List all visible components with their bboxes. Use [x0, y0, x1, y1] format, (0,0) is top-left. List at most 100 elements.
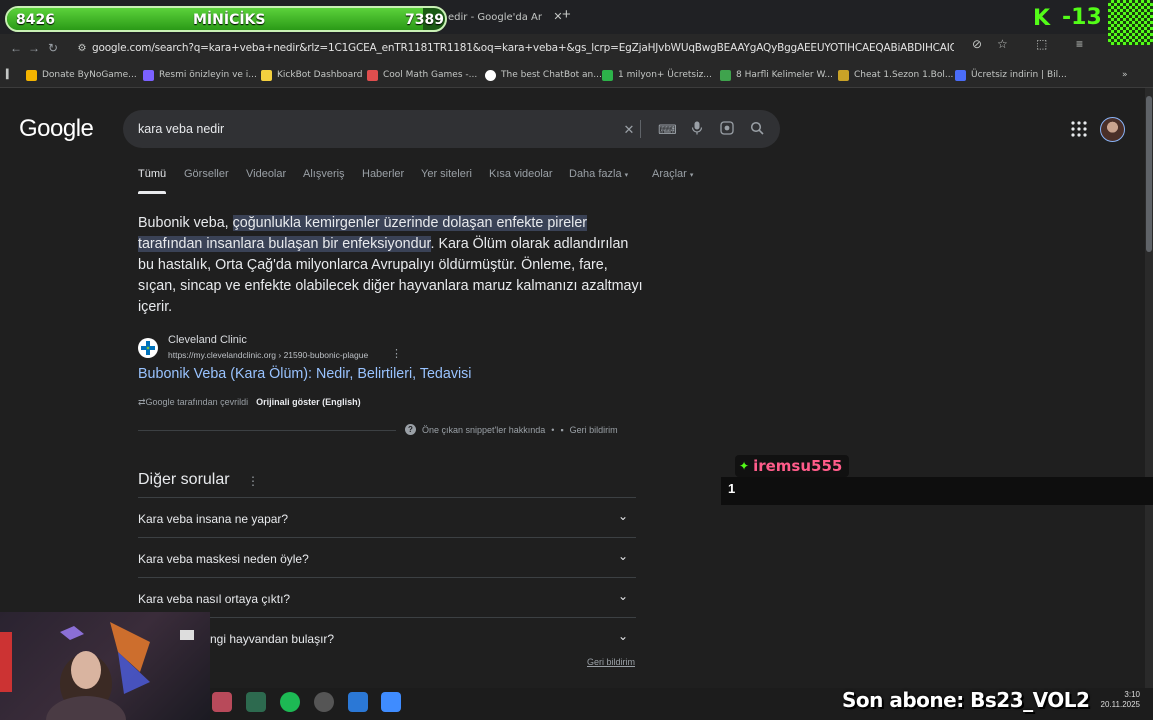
bookmark-item[interactable]: The best ChatBot an... [485, 68, 602, 82]
snippet-feedback-row: ? Öne çıkan snippet'ler hakkında • ▪ Ger… [405, 424, 618, 435]
chevron-down-icon: ⌄ [617, 549, 628, 563]
active-tab-indicator [138, 191, 166, 194]
bookmark-label: 1 milyon+ Ücretsiz... [618, 70, 712, 80]
more-bookmarks-icon[interactable]: » [1122, 68, 1128, 82]
paa-question[interactable]: Kara veba nasıl ortaya çıktı? ⌄ [138, 577, 636, 617]
paa-question-text: Kara veba nasıl ortaya çıktı? [138, 592, 291, 606]
translated-note: Google tarafından çevrildi [145, 397, 249, 407]
tab-news[interactable]: Haberler [362, 168, 404, 180]
bookmark-item[interactable]: Resmi önizleyin ve i... [143, 68, 257, 82]
bookmark-item[interactable]: 8 Harfli Kelimeler W... [720, 68, 833, 82]
avatar[interactable] [1100, 117, 1125, 142]
last-subscriber-label: Son abone: Bs23_VOL2 [842, 688, 1090, 712]
feedback-link[interactable]: Geri bildirim [570, 425, 618, 435]
kick-count-value: 13 [1071, 5, 1102, 30]
bookmarks-bar: ▍ Donate ByNoGame... Resmi önizleyin ve … [0, 62, 1153, 88]
url-text[interactable]: google.com/search?q=kara+veba+nedir&rlz=… [92, 42, 954, 54]
keyboard-icon[interactable]: ⌨ [658, 121, 677, 139]
translation-row: ⇄Google tarafından çevrildi Orijinali gö… [138, 397, 361, 408]
bookmark-item[interactable]: Cheat 1.Sezon 1.Bol... [838, 68, 953, 82]
show-original-link[interactable]: Orijinali göster (English) [256, 397, 361, 408]
cheat-icon [838, 69, 849, 81]
reload-icon[interactable]: ↻ [45, 40, 61, 56]
extensions-icon[interactable]: ⬚ [1036, 37, 1047, 51]
source-url[interactable]: https://my.clevelandclinic.org › 21590-b… [168, 350, 368, 360]
translate-icon: ⇄ [138, 397, 146, 407]
tab-tools[interactable]: Araçlar ▾ [652, 168, 693, 180]
translated-label: ⇄Google tarafından çevrildi [138, 397, 248, 408]
webcam-feed [0, 612, 210, 720]
app-icon[interactable] [212, 692, 232, 712]
result-title-link[interactable]: Bubonik Veba (Kara Ölüm): Nedir, Belirti… [138, 366, 471, 382]
more-options-icon[interactable]: ⋮ [391, 347, 402, 360]
px-icon [602, 69, 613, 81]
search-icon[interactable] [748, 121, 766, 139]
qr-code-icon [1108, 0, 1153, 45]
tab-more-label: Daha fazla [569, 168, 622, 180]
search-box: kara veba nedir ✕ ⌨ [123, 110, 780, 148]
tab-images[interactable]: Görseller [184, 168, 229, 180]
app-icon[interactable] [381, 692, 401, 712]
snippet-before: Bubonik veba, [138, 215, 233, 231]
scrollbar[interactable] [1145, 88, 1153, 688]
forward-icon[interactable]: → [26, 40, 42, 56]
spotify-icon[interactable] [280, 692, 300, 712]
google-logo[interactable]: Google [19, 115, 94, 143]
help-icon[interactable]: ? [405, 424, 416, 435]
progress-left-value: 8426 [16, 12, 55, 28]
search-input[interactable]: kara veba nedir [138, 122, 224, 136]
paa-question[interactable]: Kara veba insana ne yapar? ⌄ [138, 497, 636, 537]
source-name[interactable]: Cleveland Clinic [168, 334, 247, 346]
app-icon[interactable] [348, 692, 368, 712]
menu-icon[interactable]: ≡ [1076, 37, 1083, 51]
tab-sites[interactable]: Yer siteleri [421, 168, 472, 180]
search-divider [640, 120, 641, 138]
chat-message-box: 1 [721, 477, 1153, 505]
chevron-down-icon: ▾ [624, 172, 629, 179]
feedback-icon: ▪ [560, 424, 564, 435]
tab-more[interactable]: Daha fazla ▾ [569, 168, 628, 180]
bookmark-item[interactable]: Donate ByNoGame... [26, 68, 137, 82]
about-snippets-link[interactable]: Öne çıkan snippet'ler hakkında [422, 425, 545, 435]
bookmark-label: Cool Math Games -... [383, 70, 478, 80]
bookmark-item[interactable]: Ücretsiz indirin | Bil... [955, 68, 1067, 82]
kick-badge-icon: ✦ [739, 459, 750, 473]
paa-more-icon[interactable]: ⋮ [247, 474, 259, 488]
paa-heading: Diğer sorular [138, 471, 230, 488]
google-apps-icon[interactable] [1070, 120, 1088, 138]
tab-videos[interactable]: Videolar [246, 168, 286, 180]
spreadsheet-icon[interactable] [246, 692, 266, 712]
cleveland-clinic-favicon[interactable] [138, 338, 158, 358]
kick-logo-icon: K [1033, 6, 1051, 31]
bookmark-label: KickBot Dashboard [277, 70, 363, 80]
tab-short-videos[interactable]: Kısa videolar [489, 168, 553, 180]
bookmark-label: 8 Harfli Kelimeler W... [736, 70, 833, 80]
bookmark-folder-icon[interactable]: ▍ [6, 68, 16, 82]
browser-tab[interactable]: edir - Google'da Ar ✕ [448, 4, 564, 30]
bookmark-item[interactable]: 1 milyon+ Ücretsiz... [602, 68, 712, 82]
bookmark-star-icon[interactable]: ☆ [997, 37, 1008, 51]
feedback-link[interactable]: Geri bildirim [587, 657, 635, 667]
new-tab-icon[interactable]: + [562, 6, 571, 23]
obs-icon[interactable] [314, 692, 334, 712]
back-icon[interactable]: ← [8, 40, 24, 56]
lens-icon[interactable] [718, 121, 736, 139]
bookmark-label: Resmi önizleyin ve i... [159, 70, 257, 80]
scroll-thumb[interactable] [1146, 96, 1152, 252]
bookmark-item[interactable]: Cool Math Games -... [367, 68, 477, 82]
w-icon [720, 69, 731, 81]
goal-progress-bar: 8426 MİNİCİKS 7389 [5, 6, 447, 32]
eye-off-icon[interactable]: ⊘ [972, 37, 982, 51]
address-bar[interactable]: ⚙ google.com/search?q=kara+veba+nedir&rl… [72, 37, 1024, 59]
coolmath-icon [367, 69, 378, 81]
mic-icon[interactable] [688, 121, 706, 139]
kickbot-icon [261, 69, 272, 81]
tab-all[interactable]: Tümü [138, 168, 166, 180]
bookmark-item[interactable]: KickBot Dashboard [261, 68, 362, 82]
tab-shopping[interactable]: Alışveriş [303, 168, 345, 180]
paa-question[interactable]: ngi hayvandan bulaşır? ⌄ [138, 617, 636, 657]
rp-icon [143, 69, 154, 81]
clear-icon[interactable]: ✕ [620, 121, 638, 139]
paa-question[interactable]: Kara veba maskesi neden öyle? ⌄ [138, 537, 636, 577]
site-info-icon[interactable]: ⚙ [72, 43, 92, 54]
